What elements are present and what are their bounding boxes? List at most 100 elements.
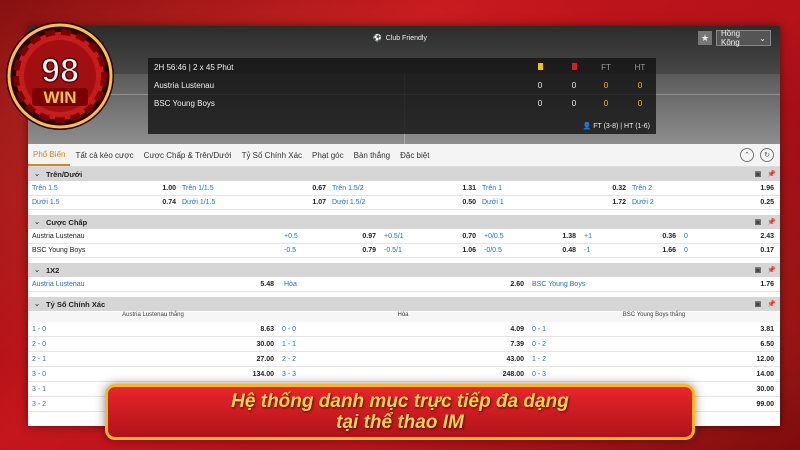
odds-value[interactable]: 0.48 [548, 244, 576, 257]
odds-label[interactable]: Dưới 1.5 [32, 196, 60, 209]
odds-value[interactable]: 0.97 [348, 230, 376, 243]
collapse-all-button[interactable]: ⌃ [740, 148, 754, 162]
score-label[interactable]: 1 - 0 [32, 323, 46, 336]
tab-specials[interactable]: Đặc biệt [395, 144, 434, 166]
odds-label[interactable]: -0.5 [284, 244, 296, 257]
odds-value[interactable]: 1.96 [746, 182, 774, 195]
odds-value[interactable]: 4.09 [496, 323, 524, 336]
odds-label[interactable]: 0 [684, 230, 688, 243]
score-label[interactable]: 1 - 2 [532, 353, 546, 366]
odds-value[interactable]: 1.72 [598, 196, 626, 209]
section-header-correct-score[interactable]: ⌄ Tỷ Số Chính Xác ▣ 📌 [28, 297, 780, 311]
odds-value[interactable]: 5.48 [246, 278, 274, 291]
odds-label[interactable]: -0/0.5 [484, 244, 502, 257]
score-label[interactable]: 0 - 3 [532, 368, 546, 381]
odds-value[interactable]: 30.00 [746, 383, 774, 396]
tab-corners[interactable]: Phạt góc [307, 144, 349, 166]
tab-correct-score[interactable]: Tỷ Số Chính Xác [237, 144, 307, 166]
odds-value[interactable]: 1.00 [148, 182, 176, 195]
away-red: 0 [571, 98, 577, 108]
odds-label[interactable]: +1 [584, 230, 592, 243]
odds-value[interactable]: 1.06 [448, 244, 476, 257]
odds-label[interactable]: Trên 1.5/2 [332, 182, 364, 195]
odds-value[interactable]: 134.00 [246, 368, 274, 381]
stats-icon[interactable]: ▣ [755, 218, 762, 226]
odds-value[interactable]: 0.36 [648, 230, 676, 243]
odds-value[interactable]: 1.07 [298, 196, 326, 209]
odds-value[interactable]: 0.79 [348, 244, 376, 257]
odds-label[interactable]: Austria Lustenau [32, 278, 85, 291]
score-label[interactable]: 3 - 2 [32, 398, 46, 411]
pin-icon[interactable]: 📌 [767, 218, 776, 226]
team-name: BSC Young Boys [32, 247, 86, 254]
odds-label[interactable]: Trên 2 [632, 182, 652, 195]
odds-value[interactable]: 0.17 [746, 244, 774, 257]
score-label[interactable]: 0 - 1 [532, 323, 546, 336]
score-label[interactable]: 0 - 2 [532, 338, 546, 351]
odds-value[interactable]: 1.66 [648, 244, 676, 257]
section-header-over-under[interactable]: ⌄ Trên/Dưới ▣ 📌 [28, 167, 780, 181]
favorite-button[interactable]: ★ [698, 31, 712, 45]
odds-value[interactable]: 12.00 [746, 353, 774, 366]
score-label[interactable]: 2 - 1 [32, 353, 46, 366]
odds-label[interactable]: +0.5 [284, 230, 298, 243]
tab-all-markets[interactable]: Tất cả kèo cược [70, 144, 138, 166]
odds-value[interactable]: 0.70 [448, 230, 476, 243]
odds-value[interactable]: 27.00 [246, 353, 274, 366]
odds-label[interactable]: +0/0.5 [484, 230, 504, 243]
odds-value[interactable]: 0.74 [148, 196, 176, 209]
odds-value[interactable]: 1.31 [448, 182, 476, 195]
section-title: Tỷ Số Chính Xác [46, 299, 106, 309]
odds-value[interactable]: 248.00 [496, 368, 524, 381]
odds-value[interactable]: 1.38 [548, 230, 576, 243]
section-header-handicap[interactable]: ⌄ Cược Chấp ▣ 📌 [28, 215, 780, 229]
score-label[interactable]: 3 - 0 [32, 368, 46, 381]
odds-label[interactable]: Dưới 1.5/2 [332, 196, 365, 209]
odds-label[interactable]: BSC Young Boys [532, 278, 585, 291]
odds-value[interactable]: 99.00 [746, 398, 774, 411]
score-label[interactable]: 2 - 2 [282, 353, 296, 366]
stats-icon[interactable]: ▣ [755, 300, 762, 308]
odds-value[interactable]: 0.32 [598, 182, 626, 195]
odds-label[interactable]: Trên 1/1.5 [182, 182, 214, 195]
odds-value[interactable]: 1.76 [746, 278, 774, 291]
odds-value[interactable]: 3.81 [746, 323, 774, 336]
odds-value[interactable]: 14.00 [746, 368, 774, 381]
stats-icon[interactable]: ▣ [755, 170, 762, 178]
pin-icon[interactable]: 📌 [767, 266, 776, 274]
odds-value[interactable]: 6.50 [746, 338, 774, 351]
odds-value[interactable]: 43.00 [496, 353, 524, 366]
odds-label[interactable]: Dưới 1/1.5 [182, 196, 215, 209]
odds-value[interactable]: 30.00 [246, 338, 274, 351]
score-label[interactable]: 1 - 1 [282, 338, 296, 351]
odds-label[interactable]: 0 [684, 244, 688, 257]
odds-value[interactable]: 8.63 [246, 323, 274, 336]
pin-icon[interactable]: 📌 [767, 170, 776, 178]
odds-value[interactable]: 0.67 [298, 182, 326, 195]
odds-label[interactable]: -0.5/1 [384, 244, 402, 257]
odds-label[interactable]: Dưới 2 [632, 196, 654, 209]
odds-label[interactable]: -1 [584, 244, 590, 257]
score-label[interactable]: 3 - 3 [282, 368, 296, 381]
score-label[interactable]: 0 - 0 [282, 323, 296, 336]
odds-label[interactable]: Trên 1.5 [32, 182, 58, 195]
region-select[interactable]: Hồng Kông ⌄ [716, 29, 771, 47]
odds-value[interactable]: 0.25 [746, 196, 774, 209]
odds-label[interactable]: Dưới 1 [482, 196, 504, 209]
tab-goals[interactable]: Bàn thắng [349, 144, 395, 166]
refresh-button[interactable]: ↻ [760, 148, 774, 162]
odds-label[interactable]: Trên 1 [482, 182, 502, 195]
odds-label[interactable]: +0.5/1 [384, 230, 404, 243]
section-header-1x2[interactable]: ⌄ 1X2 ▣ 📌 [28, 263, 780, 277]
score-label[interactable]: 3 - 1 [32, 383, 46, 396]
stats-icon[interactable]: ▣ [755, 266, 762, 274]
odds-value[interactable]: 2.43 [746, 230, 774, 243]
tab-handicap-over-under[interactable]: Cược Chấp & Trên/Dưới [139, 144, 237, 166]
odds-value[interactable]: 7.39 [496, 338, 524, 351]
tab-pho-bien[interactable]: Phổ Biến [28, 144, 71, 166]
odds-value[interactable]: 2.60 [496, 278, 524, 291]
odds-label[interactable]: Hòa [284, 278, 297, 291]
score-label[interactable]: 2 - 0 [32, 338, 46, 351]
pin-icon[interactable]: 📌 [767, 300, 776, 308]
odds-value[interactable]: 0.50 [448, 196, 476, 209]
